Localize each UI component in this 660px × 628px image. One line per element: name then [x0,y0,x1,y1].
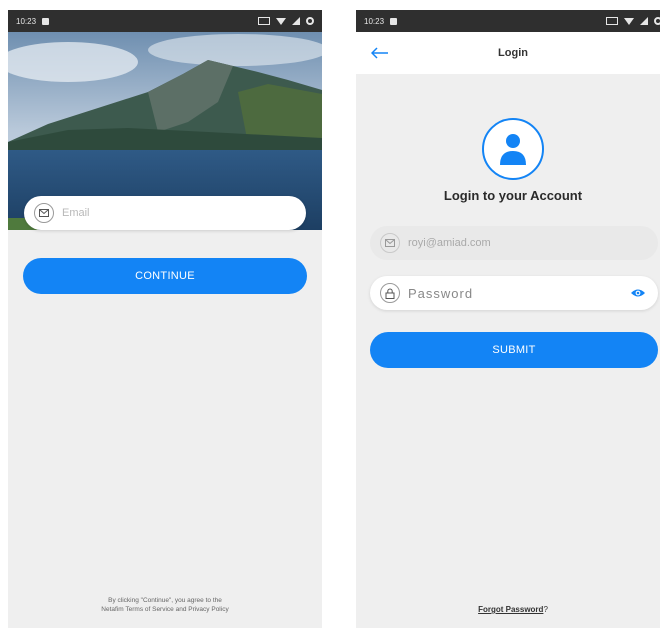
status-bar: 10:23 [8,10,322,32]
signal-icon [292,17,300,25]
login-heading: Login to your Account [443,188,583,203]
forgot-password-link[interactable]: Forgot Password [478,605,543,614]
signal-icon [640,17,648,25]
status-time: 10:23 [364,16,385,26]
back-arrow-icon[interactable] [370,44,390,62]
submit-button[interactable]: SUBMIT [370,332,658,368]
network-icon [258,17,270,25]
email-value[interactable] [406,236,610,250]
mail-icon [380,233,400,253]
battery-icon [654,17,660,25]
forgot-password: Forgot Password? [356,605,660,614]
status-time: 10:23 [16,16,37,26]
password-field[interactable] [370,276,658,310]
wifi-icon [276,17,286,25]
status-bar: 10:23 [356,10,660,32]
email-input[interactable] [60,206,264,220]
forgot-password-suffix: ? [543,605,548,614]
terms-line-2[interactable]: Netafim Terms of Service and Privacy Pol… [8,605,322,614]
notification-icon [42,17,50,25]
network-icon [606,17,618,25]
lock-icon [380,283,400,303]
battery-icon [306,17,314,25]
page-title: Login [498,47,528,59]
eye-icon[interactable] [630,287,646,299]
email-field[interactable] [370,226,658,260]
wifi-icon [624,17,634,25]
password-input[interactable] [406,284,610,302]
app-bar: Login [356,32,660,74]
terms-text: By clicking "Continue", you agree to the… [8,596,322,614]
email-screen: 10:23 Email CONTINUE By clicking "Contin… [8,10,322,628]
mail-icon [34,203,54,223]
notification-icon [390,17,398,25]
user-icon [482,118,544,180]
email-input-field[interactable] [24,196,306,230]
terms-line-1: By clicking "Continue", you agree to the [108,597,222,604]
continue-button[interactable]: CONTINUE [23,258,307,294]
login-screen: 10:23 Login Login to your Account royi@a… [356,10,660,628]
